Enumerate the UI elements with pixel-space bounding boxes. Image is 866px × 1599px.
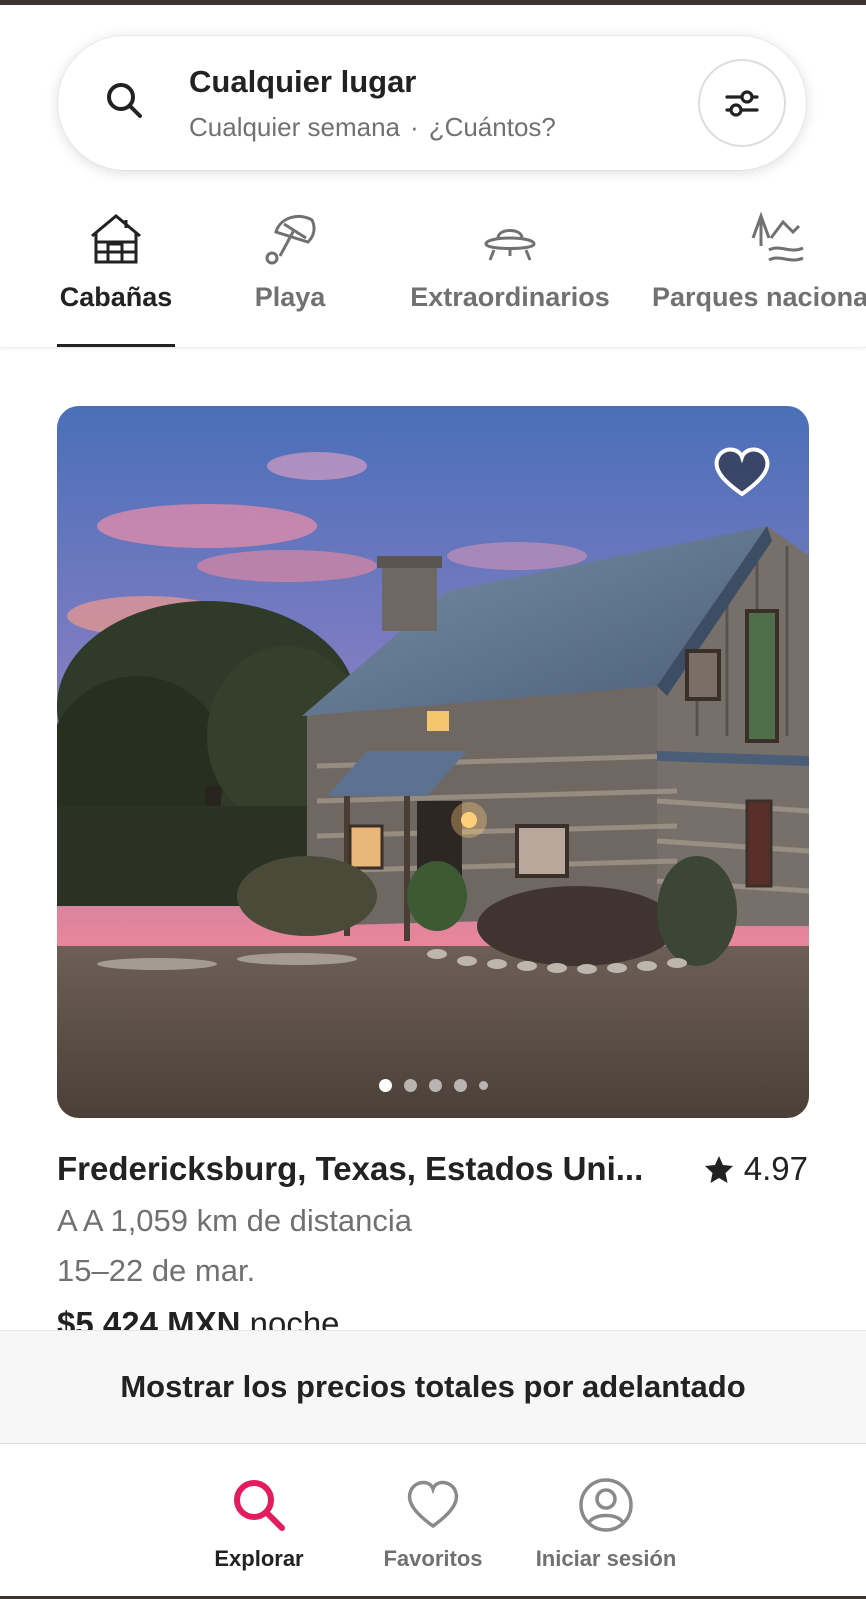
- carousel-dot[interactable]: [403, 1079, 417, 1092]
- nav-favorites[interactable]: Favoritos: [338, 1476, 528, 1572]
- profile-icon: [579, 1478, 633, 1532]
- carousel-dots: [57, 1079, 809, 1092]
- category-tab-extraordinary[interactable]: Extraordinarios: [405, 208, 615, 347]
- category-label: Playa: [254, 282, 326, 312]
- category-tabs: Cabañas Playa Extraordinarios Parques na…: [0, 200, 866, 348]
- listing-photo: [57, 406, 809, 1118]
- search-destination[interactable]: Cualquier lugar: [189, 64, 416, 100]
- filters-button[interactable]: [698, 59, 786, 147]
- carousel-dot[interactable]: [453, 1079, 467, 1092]
- category-label: Parques nacionales: [652, 282, 866, 312]
- nav-label: Favoritos: [383, 1546, 483, 1571]
- total-price-toggle-banner[interactable]: Mostrar los precios totales por adelanta…: [0, 1330, 866, 1444]
- ufo-icon: [484, 229, 536, 261]
- listing-photo-carousel[interactable]: [57, 406, 809, 1118]
- listing-dates: 15–22 de mar.: [57, 1253, 256, 1288]
- search-dates: Cualquier semana: [189, 112, 401, 142]
- category-tab-beach[interactable]: Playa: [230, 208, 350, 347]
- search-bar[interactable]: Cualquier lugar Cualquier semana · ¿Cuánto…: [58, 36, 806, 170]
- search-icon: [234, 1480, 285, 1531]
- nav-label: Iniciar sesión: [535, 1546, 677, 1571]
- category-label: Cabañas: [59, 282, 173, 312]
- banner-text: Mostrar los precios totales por adelanta…: [120, 1369, 746, 1404]
- search-details[interactable]: Cualquier semana · ¿Cuántos?: [189, 112, 556, 143]
- cabin-icon: [91, 214, 141, 264]
- search-icon: [107, 83, 142, 118]
- nav-label: Explorar: [214, 1546, 304, 1571]
- filters-icon: [725, 90, 759, 117]
- category-tab-cabins[interactable]: Cabañas: [57, 208, 175, 347]
- nav-explore[interactable]: Explorar: [164, 1476, 354, 1572]
- star-icon: [704, 1156, 733, 1183]
- status-bar-edge: [0, 0, 866, 5]
- search-separator: ·: [410, 112, 419, 142]
- beach-umbrella-icon: [265, 215, 316, 265]
- bottom-navigation: Explorar Favoritos Iniciar sesión: [0, 1444, 866, 1599]
- national-park-icon: [751, 211, 804, 262]
- category-tab-national-parks[interactable]: Parques nacionales: [652, 208, 866, 347]
- search-guests: ¿Cuántos?: [428, 112, 556, 142]
- carousel-dot[interactable]: [478, 1081, 488, 1090]
- heart-icon: [407, 1480, 459, 1529]
- listing-title[interactable]: Fredericksburg, Texas, Estados Uni...: [57, 1150, 643, 1188]
- favorite-heart-icon[interactable]: [713, 446, 771, 498]
- active-tab-indicator: [57, 344, 175, 347]
- listing-distance: A A 1,059 km de distancia: [57, 1203, 413, 1238]
- listing-rating: 4.97: [704, 1150, 808, 1188]
- carousel-dot[interactable]: [378, 1079, 392, 1092]
- category-label: Extraordinarios: [410, 282, 610, 312]
- carousel-dot[interactable]: [428, 1079, 442, 1092]
- rating-value: 4.97: [743, 1150, 808, 1187]
- nav-login[interactable]: Iniciar sesión: [511, 1476, 701, 1572]
